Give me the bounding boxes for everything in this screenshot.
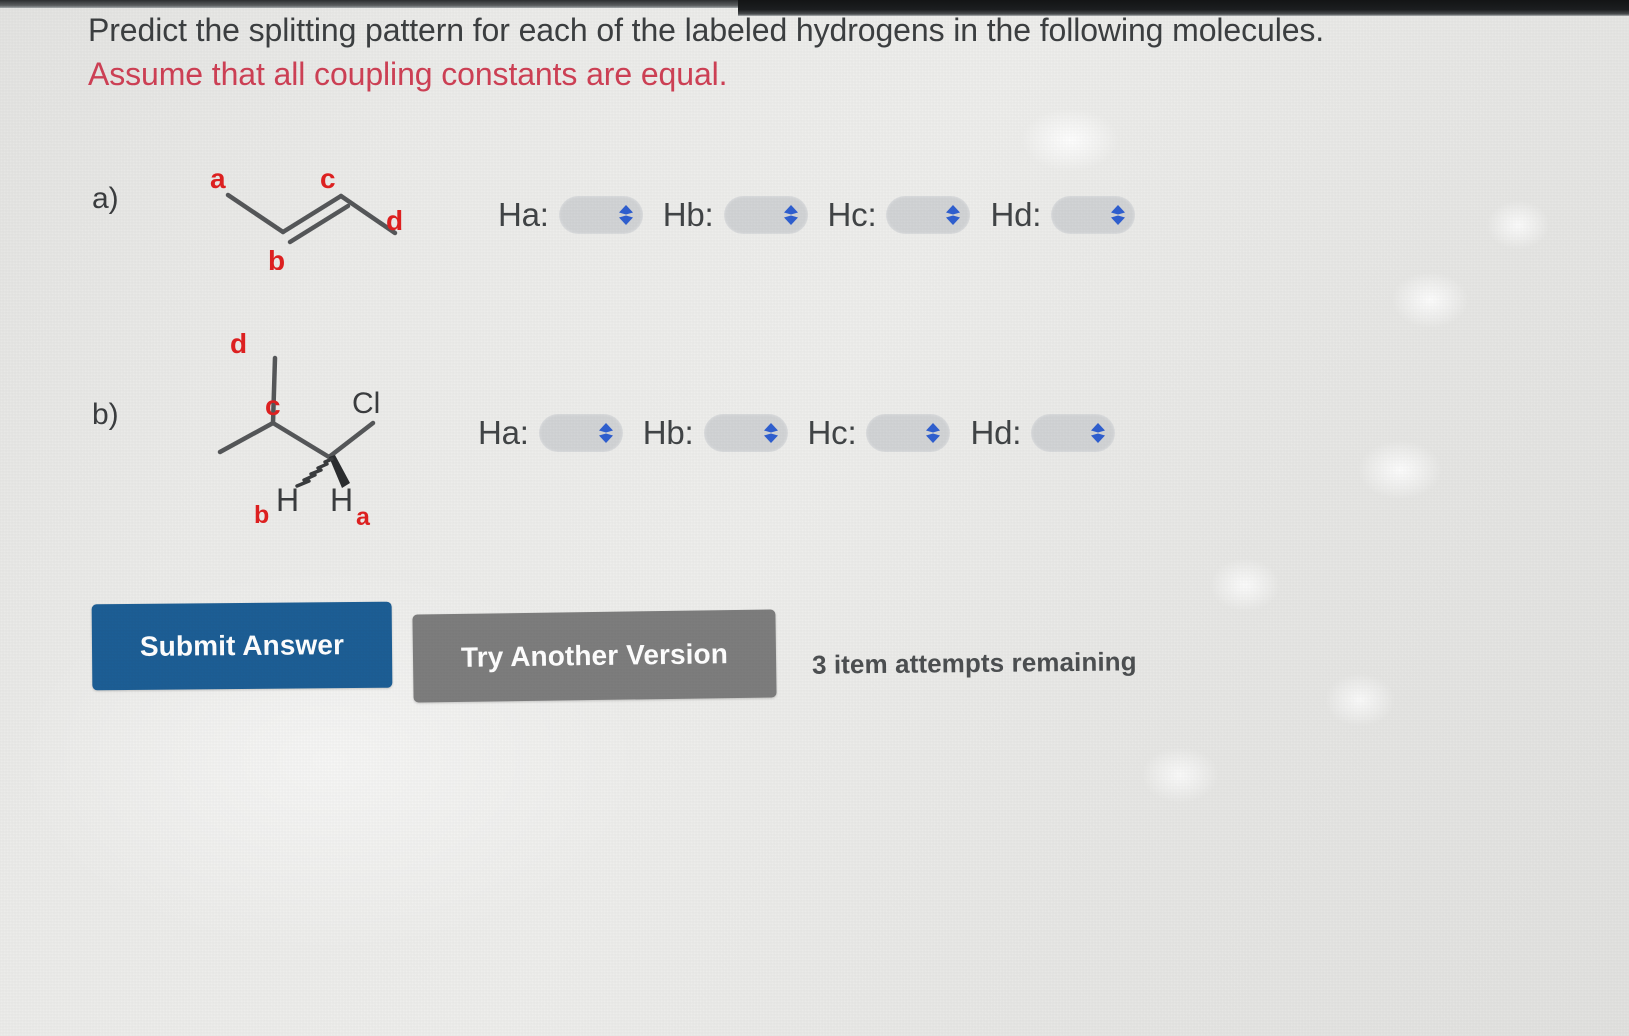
answers-row-a: Ha: Hb: Hc: Hd: [498, 196, 1136, 234]
atom-label-d: d [386, 205, 403, 236]
chevron-updown-icon [926, 423, 941, 443]
answer-label-hb-a: Hb: [662, 196, 714, 233]
atom-label-c: c [265, 390, 281, 421]
select-ha-a[interactable] [558, 196, 643, 234]
answer-group-hd-b: Hd: [970, 414, 1116, 452]
atom-label-h-a: H [330, 482, 353, 518]
chevron-updown-icon [618, 205, 633, 225]
atom-label-b: b [254, 501, 269, 529]
part-a-label: a) [92, 182, 119, 215]
select-hd-a[interactable] [1051, 196, 1136, 234]
atom-label-cl: Cl [352, 387, 380, 420]
answer-label-hd-a: Hd: [990, 196, 1042, 233]
answer-label-ha-b: Ha: [478, 414, 529, 451]
answer-label-hc-a: Hc: [827, 196, 877, 233]
chevron-updown-icon [763, 423, 778, 443]
answer-label-hc-b: Hc: [807, 414, 857, 451]
molecule-b-labels: d c Cl H b H a [230, 328, 380, 531]
answer-group-ha-b: Ha: [478, 414, 623, 452]
answers-row-b: Ha: Hb: Hc: Hd: [478, 414, 1116, 452]
atom-label-a: a [210, 163, 226, 194]
try-another-version-button[interactable]: Try Another Version [412, 609, 777, 703]
attempts-remaining-text: 3 item attempts remaining [811, 646, 1137, 680]
answer-group-hc-a: Hc: [828, 196, 971, 234]
device-bezel-left [0, 0, 738, 8]
molecule-a-structure: a b c d [180, 150, 430, 276]
chevron-updown-icon [1091, 423, 1106, 443]
chevron-updown-icon [1111, 205, 1126, 225]
select-hd-b[interactable] [1031, 414, 1116, 452]
atom-label-h-b: H [276, 482, 299, 518]
select-hc-b[interactable] [866, 414, 951, 452]
chevron-updown-icon [783, 205, 798, 225]
question-screen: Predict the splitting pattern for each o… [0, 0, 1629, 1036]
chevron-updown-icon [946, 205, 961, 225]
atom-label-c: c [320, 163, 336, 194]
atom-label-a: a [356, 503, 371, 531]
select-hc-a[interactable] [886, 196, 971, 234]
answer-label-hb-b: Hb: [642, 414, 694, 451]
answer-group-ha-a: Ha: [498, 196, 643, 234]
question-prompt: Predict the splitting pattern for each o… [88, 8, 1508, 96]
prompt-line-1: Predict the splitting pattern for each o… [88, 12, 1325, 48]
atom-label-b: b [268, 245, 285, 270]
answer-group-hc-b: Hc: [808, 414, 951, 452]
answer-group-hb-a: Hb: [663, 196, 808, 234]
molecule-b-structure: d c Cl H b H a [180, 325, 430, 540]
chevron-updown-icon [598, 423, 613, 443]
answer-group-hd-a: Hd: [990, 196, 1136, 234]
answer-label-hd-b: Hd: [970, 414, 1022, 451]
select-hb-b[interactable] [703, 414, 788, 452]
submit-answer-button[interactable]: Submit Answer [91, 601, 393, 691]
molecule-a-bonds [225, 192, 398, 245]
molecule-b-bonds [217, 355, 376, 460]
answer-group-hb-b: Hb: [643, 414, 788, 452]
hashed-wedge-bond-hb [295, 457, 334, 488]
part-b-label: b) [92, 398, 119, 431]
atom-label-d: d [230, 328, 247, 359]
select-hb-a[interactable] [723, 196, 808, 234]
prompt-line-2: Assume that all coupling constants are e… [88, 56, 728, 93]
select-ha-b[interactable] [538, 414, 623, 452]
answer-label-ha-a: Ha: [498, 196, 549, 233]
